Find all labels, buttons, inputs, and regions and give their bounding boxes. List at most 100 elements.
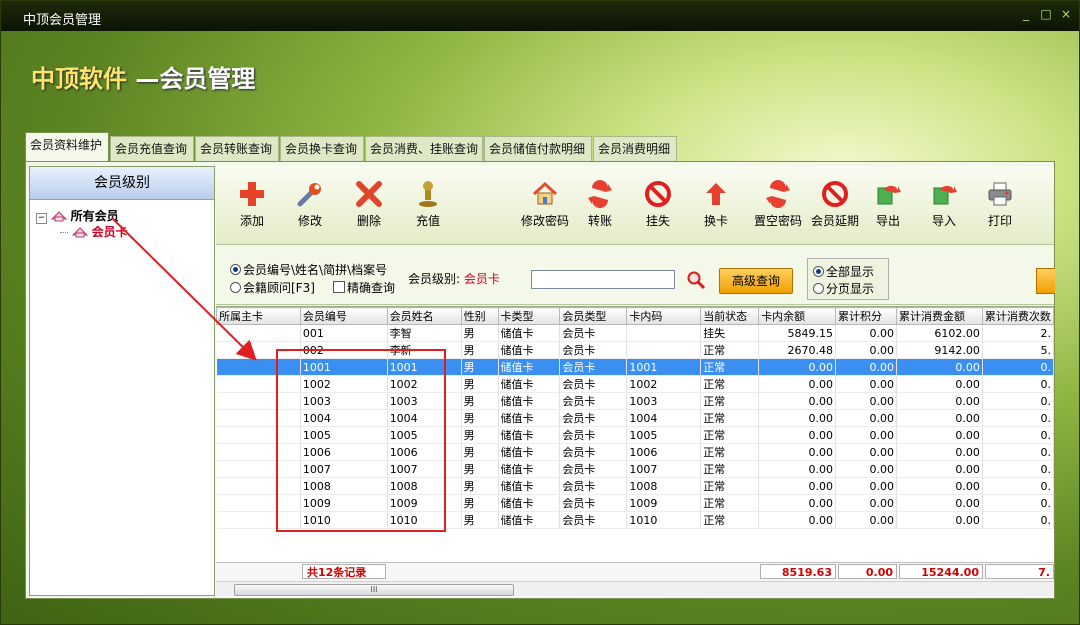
table-row[interactable]: 1006 1006 男储值卡 会员卡 1006 正常 0.00 0.00 0.00 0. <box>216 443 1054 461</box>
maximize-icon[interactable]: □ <box>1037 5 1055 23</box>
table-cell: 1004 <box>387 409 462 427</box>
table-cell: 0. <box>982 494 1054 512</box>
table-cell <box>626 341 702 359</box>
table-row[interactable]: 1008 1008 男储值卡 会员卡 1008 正常 0.00 0.00 0.00 0. <box>216 477 1054 495</box>
table-cell: 男 <box>461 324 499 342</box>
total-times: 7. <box>985 564 1054 579</box>
table-row[interactable]: 1001 1001 男储值卡 会员卡 1001 正常 0.00 0.00 0.00 0. <box>216 358 1054 376</box>
column-header[interactable]: 所属主卡 <box>216 307 301 325</box>
tree-node-all[interactable]: − 所有会员 <box>36 207 119 224</box>
change-card-button[interactable]: 换卡 <box>688 180 744 229</box>
collapse-icon[interactable]: − <box>36 213 47 224</box>
column-header[interactable]: 卡内余额 <box>758 307 837 325</box>
clear-password-button[interactable]: 置空密码 <box>746 180 810 229</box>
horizontal-scrollbar[interactable]: III <box>216 581 1054 596</box>
table-cell: 2. <box>982 324 1054 342</box>
table-row[interactable]: 1005 1005 男储值卡 会员卡 1005 正常 0.00 0.00 0.00 0. <box>216 426 1054 444</box>
delete-button[interactable]: 删除 <box>341 180 397 229</box>
table-cell: 6102.00 <box>896 324 983 342</box>
table-cell: 0.00 <box>896 392 983 410</box>
close-icon[interactable]: × <box>1057 5 1075 23</box>
import-button[interactable]: 导入 <box>916 180 972 229</box>
change-password-label: 修改密码 <box>520 214 569 228</box>
table-cell: 会员卡 <box>559 409 628 427</box>
exact-query-checkbox[interactable]: 精确查询 <box>333 279 395 296</box>
column-header[interactable]: 性别 <box>460 307 499 325</box>
column-header[interactable]: 卡内码 <box>626 307 702 325</box>
tab-recharge-query[interactable]: 会员充值查询 <box>110 136 194 161</box>
table-cell: 5. <box>982 341 1054 359</box>
brand-company: 中顶软件 <box>31 65 127 93</box>
table-cell: 男 <box>461 511 499 529</box>
table-row[interactable]: 001 李智男储值卡 会员卡 挂失 5849.15 0.00 6102.00 2. <box>216 324 1054 342</box>
table-cell: 储值卡 <box>498 392 561 410</box>
transfer-icon <box>588 180 612 208</box>
tab-consume-query[interactable]: 会员消费、挂账查询 <box>365 136 483 161</box>
table-cell: 0.00 <box>835 358 897 376</box>
transfer-button[interactable]: 转账 <box>572 180 628 229</box>
table-cell: 0. <box>982 460 1054 478</box>
table-cell: 正常 <box>700 477 760 495</box>
search-option-code[interactable]: 会员编号\姓名\简拼\档案号 <box>230 261 387 278</box>
search-option-consultant[interactable]: 会籍顾问[F3] <box>230 279 315 296</box>
tab-card-change-query[interactable]: 会员换卡查询 <box>280 136 364 161</box>
recharge-button[interactable]: 充值 <box>400 180 456 229</box>
tab-transfer-query[interactable]: 会员转账查询 <box>195 136 279 161</box>
app-window: 中顶会员管理 _ □ × 中顶软件 —会员管理 会员资料维护 会员充值查询 会员… <box>0 0 1080 625</box>
import-label: 导入 <box>931 214 956 228</box>
table-cell: 会员卡 <box>559 460 628 478</box>
column-header[interactable]: 累计消费次数 <box>981 307 1054 325</box>
column-header[interactable]: 会员类型 <box>559 307 628 325</box>
table-cell: 1006 <box>626 443 702 461</box>
table-cell: 正常 <box>700 494 760 512</box>
tab-stored-payment[interactable]: 会员储值付款明细 <box>484 136 592 161</box>
table-cell: 正常 <box>700 392 760 410</box>
column-header[interactable]: 累计积分 <box>835 307 897 325</box>
minimize-icon[interactable]: _ <box>1017 5 1035 23</box>
table-cell: 储值卡 <box>498 341 561 359</box>
report-loss-button[interactable]: 挂失 <box>630 180 686 229</box>
table-cell: 0.00 <box>758 392 837 410</box>
column-header[interactable]: 会员姓名 <box>386 307 462 325</box>
table-row[interactable]: 1007 1007 男储值卡 会员卡 1007 正常 0.00 0.00 0.00 0. <box>216 460 1054 478</box>
table-row[interactable]: 1002 1002 男储值卡 会员卡 1002 正常 0.00 0.00 0.00 0. <box>216 375 1054 393</box>
table-row[interactable]: 1004 1004 男储值卡 会员卡 1004 正常 0.00 0.00 0.00 0. <box>216 409 1054 427</box>
table-row[interactable]: 1003 1003 男储值卡 会员卡 1003 正常 0.00 0.00 0.00 0. <box>216 392 1054 410</box>
clear-password-label: 置空密码 <box>753 214 802 228</box>
column-header[interactable]: 会员编号 <box>299 307 388 325</box>
export-button[interactable]: 导出 <box>860 180 916 229</box>
table-row[interactable]: 002 李新男储值卡 会员卡 正常 2670.48 0.00 9142.00 5. <box>216 341 1054 359</box>
scroll-thumb[interactable]: III <box>234 584 514 596</box>
tab-consume-detail[interactable]: 会员消费明细 <box>593 136 677 161</box>
extend-member-button[interactable]: 会员延期 <box>804 180 866 229</box>
search-input[interactable] <box>531 270 675 289</box>
table-cell: 0.00 <box>835 375 897 393</box>
search-icon[interactable] <box>686 270 706 290</box>
table-cell: 0. <box>982 375 1054 393</box>
wrench-icon <box>297 183 321 207</box>
table-row[interactable]: 1010 1010 男储值卡 会员卡 1010 正常 0.00 0.00 0.00 0. <box>216 511 1054 529</box>
table-row[interactable]: 1009 1009 男储值卡 会员卡 1009 正常 0.00 0.00 0.00 0. <box>216 494 1054 512</box>
more-button[interactable] <box>1036 268 1055 294</box>
paged-radio[interactable]: 分页显示 <box>813 280 874 297</box>
member-table: 所属主卡 会员编号 会员姓名 性别 卡类型 会员类型 卡内码 当前状态 卡内余额 累计积分 累计消费… <box>216 306 1054 597</box>
tree-node-card[interactable]: 会员卡 <box>60 223 128 240</box>
table-cell: 1005 <box>300 426 388 444</box>
advanced-query-button[interactable]: 高级查询 <box>719 268 793 294</box>
add-button[interactable]: 添加 <box>224 180 280 229</box>
print-button[interactable]: 打印 <box>972 180 1028 229</box>
edit-button[interactable]: 修改 <box>282 180 338 229</box>
table-cell: 1007 <box>387 460 462 478</box>
print-label: 打印 <box>987 214 1012 228</box>
tab-member-info[interactable]: 会员资料维护 <box>25 132 109 162</box>
column-header[interactable]: 卡类型 <box>497 307 561 325</box>
column-header[interactable]: 累计消费金额 <box>895 307 983 325</box>
table-cell: 1009 <box>387 494 462 512</box>
column-header[interactable]: 当前状态 <box>700 307 760 325</box>
table-cell: 会员卡 <box>559 392 628 410</box>
table-cell: 0.00 <box>835 511 897 529</box>
table-cell: 正常 <box>700 375 760 393</box>
show-all-radio[interactable]: 全部显示 <box>813 263 874 280</box>
table-cell: 会员卡 <box>559 477 628 495</box>
change-password-button[interactable]: 修改密码 <box>514 180 576 229</box>
